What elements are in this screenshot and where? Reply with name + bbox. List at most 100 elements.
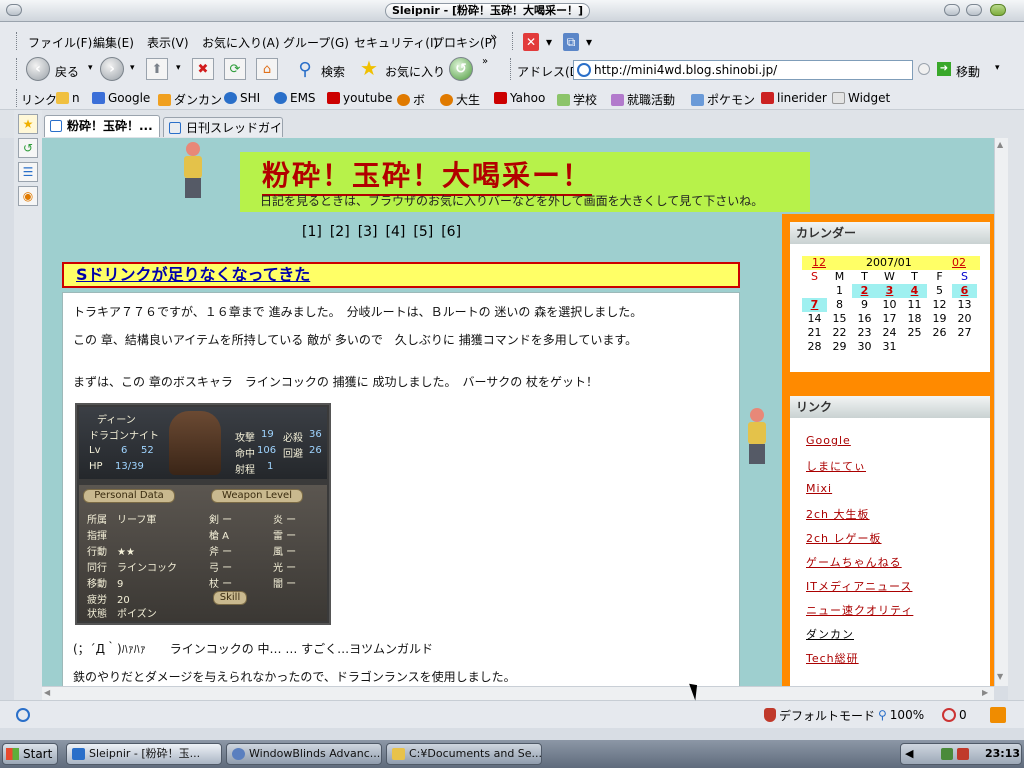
toolbar-grip[interactable] <box>16 89 19 107</box>
link-duncan[interactable]: ダンカン <box>158 91 222 108</box>
menu-view[interactable]: 表示(V) <box>147 34 189 51</box>
up-folder-icon[interactable]: ⬆ <box>146 58 168 80</box>
rss-icon[interactable] <box>990 706 1006 724</box>
toolbar-grip[interactable] <box>510 58 513 80</box>
tray-expand-icon[interactable]: ◀ <box>905 747 913 760</box>
page-link[interactable]: [4] <box>386 224 406 240</box>
calendar-next-link[interactable]: 02 <box>952 256 966 269</box>
link-youtube[interactable]: youtube <box>327 91 392 105</box>
page-link[interactable]: [3] <box>358 224 378 240</box>
sidebar-link[interactable]: ダンカン <box>806 626 913 650</box>
chevron-down-icon[interactable]: ▾ <box>130 63 135 73</box>
sidebar-link[interactable]: 2ch レゲー板 <box>806 530 913 554</box>
zoom-control[interactable]: ⚲ 100% <box>878 706 924 724</box>
address-dropdown-icon[interactable] <box>918 63 930 75</box>
scroll-up-icon[interactable]: ▲ <box>997 140 1003 149</box>
tray-app-icon[interactable] <box>941 748 953 760</box>
link-n[interactable]: n <box>56 91 80 105</box>
scroll-right-icon[interactable]: ▶ <box>982 688 988 697</box>
menu-group[interactable]: グループ(G) <box>283 34 349 51</box>
blog-title[interactable]: 粉砕！玉砕！大喝采ー！ <box>262 154 593 196</box>
link-google[interactable]: Google <box>92 91 150 105</box>
rss-icon[interactable]: ◉ <box>18 186 38 206</box>
sidebar-link[interactable]: Mixi <box>806 482 913 506</box>
back-button-label[interactable]: 戻る <box>55 63 79 80</box>
link-folder-widget[interactable]: Widget <box>832 91 890 105</box>
menu-more-chevron[interactable]: » <box>490 30 497 44</box>
mode-selector[interactable]: デフォルトモード <box>764 706 875 724</box>
tray-app-icon[interactable] <box>957 748 969 760</box>
horizontal-scrollbar[interactable]: ◀ ▶ <box>42 686 994 700</box>
home-icon[interactable]: ⌂ <box>256 58 278 80</box>
refresh-icon[interactable]: ⟳ <box>224 58 246 80</box>
link-linerider[interactable]: linerider <box>761 91 827 105</box>
calendar-prev-link[interactable]: 12 <box>812 256 826 269</box>
search-icon[interactable]: ⚲ <box>294 58 316 80</box>
link-shi[interactable]: SHI <box>224 91 260 105</box>
link-folder-pokemon[interactable]: ポケモン <box>691 91 755 108</box>
calendar-day-link[interactable]: 6 <box>952 284 977 298</box>
forward-arrow-icon[interactable]: › <box>100 57 124 81</box>
chevron-down-icon[interactable]: ▾ <box>584 33 594 51</box>
stop-icon[interactable]: ✖ <box>192 58 214 80</box>
address-input[interactable]: http://mini4wd.blog.shinobi.jp/ <box>573 60 913 80</box>
favorites-button-label[interactable]: お気に入り <box>385 63 445 80</box>
scroll-left-icon[interactable]: ◀ <box>44 688 50 697</box>
taskbar-item-windowblinds[interactable]: WindowBlinds Advanc... <box>226 743 382 765</box>
system-menu-button[interactable] <box>6 4 22 16</box>
calendar-day-link[interactable]: 2 <box>852 284 877 298</box>
sidebar-link[interactable]: ゲームちゃんねる <box>806 554 913 578</box>
close-button[interactable] <box>990 4 1006 16</box>
chevron-down-icon[interactable]: ▾ <box>176 63 181 73</box>
search-button-label[interactable]: 検索 <box>321 63 345 80</box>
vertical-scrollbar[interactable]: ▲ ▼ <box>994 138 1008 686</box>
toolbar-grip[interactable] <box>16 58 19 80</box>
tree-view-icon[interactable]: ☰ <box>18 162 38 182</box>
taskbar-item-explorer[interactable]: C:¥Documents and Se... <box>386 743 542 765</box>
sidebar-link[interactable]: ITメディアニュース <box>806 578 913 602</box>
chevron-down-icon[interactable]: ▾ <box>88 63 93 73</box>
menu-file[interactable]: ファイル(F) <box>28 34 92 51</box>
menu-favorites[interactable]: お気に入り(A) <box>202 34 280 51</box>
tab-active[interactable]: 粉砕！玉砕！... <box>44 115 160 137</box>
back-arrow-icon[interactable]: ‹ <box>26 57 50 81</box>
link-bo[interactable]: ボ <box>397 91 425 108</box>
menu-security[interactable]: セキュリティ(I) <box>354 34 438 51</box>
calendar-day-link[interactable]: 7 <box>802 298 827 312</box>
close-tab-icon[interactable]: ✕ <box>523 33 539 51</box>
menu-edit[interactable]: 編集(E) <box>93 34 134 51</box>
post-title[interactable]: Sドリンクが足りなくなってきた <box>62 262 740 288</box>
sidebar-link[interactable]: Google <box>806 434 913 458</box>
link-folder-school[interactable]: 学校 <box>557 91 597 108</box>
history-icon[interactable]: ↺ <box>449 57 473 81</box>
sidebar-link[interactable]: Tech総研 <box>806 650 913 674</box>
sidebar-link[interactable]: 2ch 大生板 <box>806 506 913 530</box>
menu-proxy[interactable]: プロキシ(P) <box>432 34 497 51</box>
minimize-button[interactable] <box>944 4 960 16</box>
page-link[interactable]: [1] <box>302 224 322 240</box>
go-arrow-icon[interactable]: ➜ <box>937 62 951 76</box>
chevron-down-icon[interactable]: ▾ <box>544 33 554 51</box>
tab-thread-guide[interactable]: 日刊スレッドガイド <box>163 117 283 137</box>
page-link[interactable]: [6] <box>441 224 461 240</box>
sidebar-link[interactable]: しまにてぃ <box>806 458 913 482</box>
toolbar-grip[interactable] <box>16 32 19 50</box>
clock[interactable]: 23:13 <box>985 747 1020 760</box>
chevron-down-icon[interactable]: ▾ <box>995 63 1000 73</box>
start-button[interactable]: Start <box>2 743 58 765</box>
favorites-star-icon[interactable]: ★ <box>18 114 38 134</box>
sidebar-link[interactable]: ニュー速クオリティ <box>806 602 913 626</box>
link-ems[interactable]: EMS <box>274 91 316 105</box>
toolbar-grip[interactable] <box>512 32 515 50</box>
address-value[interactable]: http://mini4wd.blog.shinobi.jp/ <box>594 63 777 77</box>
popup-blocker[interactable]: 0 <box>942 706 967 724</box>
taskbar-item-sleipnir[interactable]: Sleipnir - [粉砕！玉... <box>66 743 222 765</box>
more-chevron-icon[interactable]: » <box>482 56 488 67</box>
scroll-down-icon[interactable]: ▼ <box>997 672 1003 681</box>
post-title-link[interactable]: Sドリンクが足りなくなってきた <box>76 265 310 284</box>
calendar-day-link[interactable]: 4 <box>902 284 927 298</box>
page-link[interactable]: [2] <box>330 224 350 240</box>
link-daisei[interactable]: 大生 <box>440 91 480 108</box>
history-icon[interactable]: ↺ <box>18 138 38 158</box>
link-folder-job[interactable]: 就職活動 <box>611 91 675 108</box>
